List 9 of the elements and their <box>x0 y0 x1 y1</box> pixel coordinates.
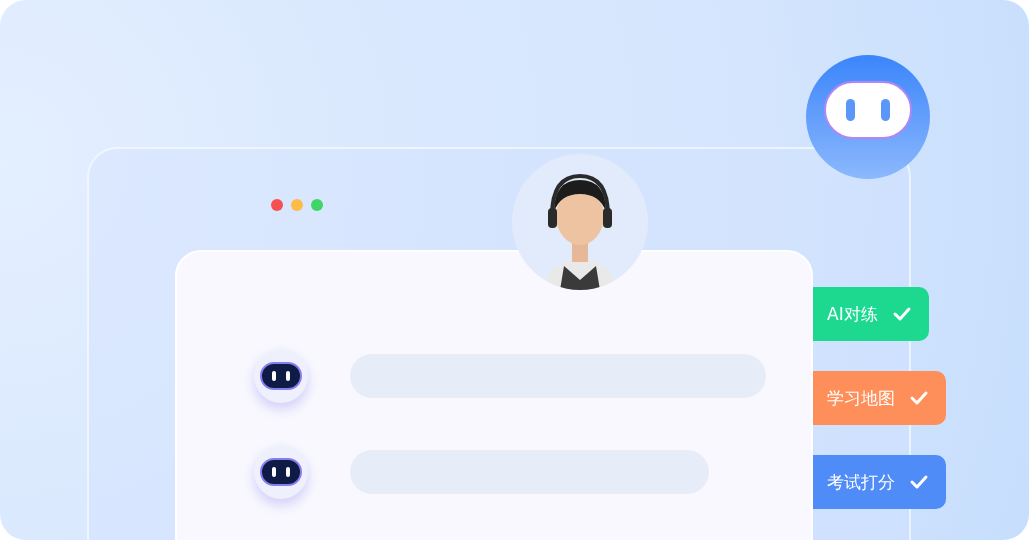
feature-label: 学习地图 <box>827 386 895 410</box>
window-control[interactable] <box>311 199 323 211</box>
window-control[interactable] <box>271 199 283 211</box>
feature-label: AI对练 <box>827 302 878 326</box>
robot-icon <box>253 348 309 404</box>
window-control[interactable] <box>291 199 303 211</box>
robot-logo-icon <box>805 54 931 180</box>
feature-label: 考试打分 <box>827 470 895 494</box>
robot-icon <box>253 444 309 500</box>
